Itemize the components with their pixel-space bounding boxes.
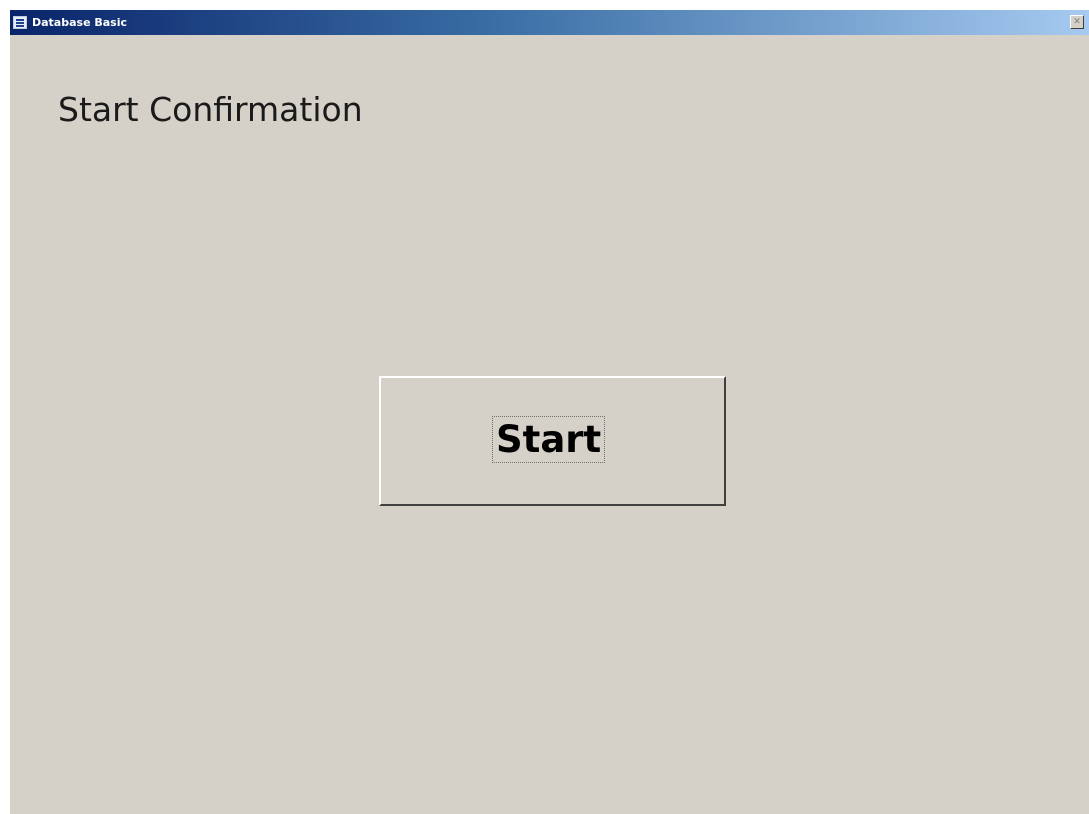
- screen: Database Basic ✕ Start Confirmation Star…: [0, 0, 1089, 814]
- window-title: Database Basic: [32, 16, 128, 29]
- start-button-label: Start: [492, 416, 606, 463]
- close-icon: ✕: [1073, 17, 1081, 27]
- close-button[interactable]: ✕: [1070, 15, 1084, 29]
- app-window: Database Basic ✕ Start Confirmation Star…: [10, 10, 1089, 814]
- page-title: Start Confirmation: [58, 90, 363, 129]
- start-button[interactable]: Start: [379, 376, 726, 506]
- title-bar[interactable]: Database Basic ✕: [10, 10, 1089, 35]
- database-form-icon[interactable]: [13, 16, 27, 29]
